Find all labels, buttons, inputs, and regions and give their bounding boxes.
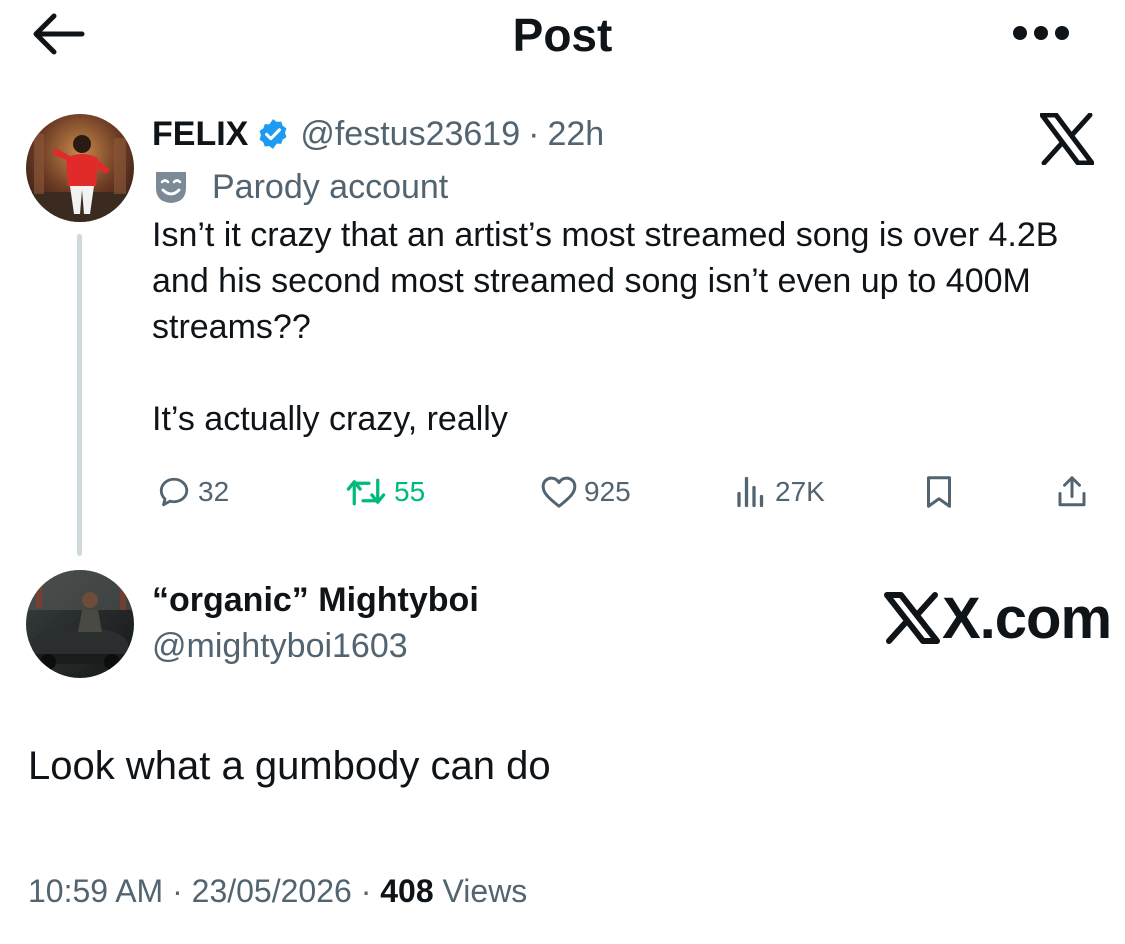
avatar-felix[interactable] <box>26 114 134 222</box>
reply-icon <box>159 477 189 507</box>
like-count: 925 <box>584 476 631 507</box>
post-time[interactable]: 22h <box>547 115 604 154</box>
bookmark-icon <box>927 476 951 508</box>
avatar-mightyboi[interactable] <box>26 570 134 678</box>
author-handle[interactable]: @festus23619 <box>300 115 520 154</box>
page-title: Post <box>512 9 613 61</box>
x-logo-icon <box>1040 113 1094 165</box>
post-timestamp[interactable]: 10:59 AM <box>28 873 163 909</box>
parody-account-label: Parody account <box>152 164 448 210</box>
post-text-paragraph: It’s actually crazy, really <box>152 400 508 438</box>
repost-count: 55 <box>394 476 426 507</box>
reply-author-name[interactable]: “organic” Mightyboi <box>152 578 479 622</box>
more-options-button[interactable] <box>1004 18 1078 48</box>
like-button[interactable]: 925 <box>540 472 631 512</box>
quoted-post-text: Isn’t it crazy that an artist’s most str… <box>152 212 1112 442</box>
repost-button[interactable]: 55 <box>344 472 425 512</box>
author-name[interactable]: FELIX <box>152 115 248 154</box>
reply-post-text: Look what a gumbody can do <box>28 744 551 788</box>
reply-button[interactable]: 32 <box>156 472 229 512</box>
post-date[interactable]: 23/05/2026 <box>192 873 352 909</box>
separator-dot: · <box>163 873 192 909</box>
views-count: 408 <box>380 873 434 909</box>
x-logo-icon <box>884 592 940 644</box>
separator-dot: · <box>528 114 540 153</box>
bookmark-button[interactable] <box>922 472 956 512</box>
views-label: Views <box>433 873 528 909</box>
views-count: 27K <box>775 476 825 507</box>
views-button[interactable]: 27K <box>733 472 825 512</box>
thread-connector-line <box>77 234 82 556</box>
watermark-text: X.com <box>942 585 1112 651</box>
xcom-watermark: X.com <box>884 585 1112 651</box>
share-button[interactable] <box>1054 472 1090 512</box>
more-horizontal-icon <box>1013 26 1069 40</box>
share-icon <box>1058 476 1086 507</box>
post-metadata: 10:59 AM · 23/05/2026 · 408 Views <box>28 866 527 916</box>
parody-label-text: Parody account <box>212 167 449 206</box>
reply-author-handle[interactable]: @mightyboi1603 <box>152 624 408 668</box>
repost-icon <box>346 478 386 506</box>
reply-count: 32 <box>198 476 230 507</box>
post-text-paragraph: Isn’t it crazy that an artist’s most str… <box>152 216 1059 346</box>
analytics-icon <box>737 476 764 508</box>
heart-icon <box>541 476 577 508</box>
verified-badge-icon <box>256 117 290 151</box>
separator-dot: · <box>351 873 381 909</box>
theater-mask-icon <box>152 168 190 206</box>
quoted-post-header: FELIX @festus23619 · 22h <box>152 112 604 156</box>
